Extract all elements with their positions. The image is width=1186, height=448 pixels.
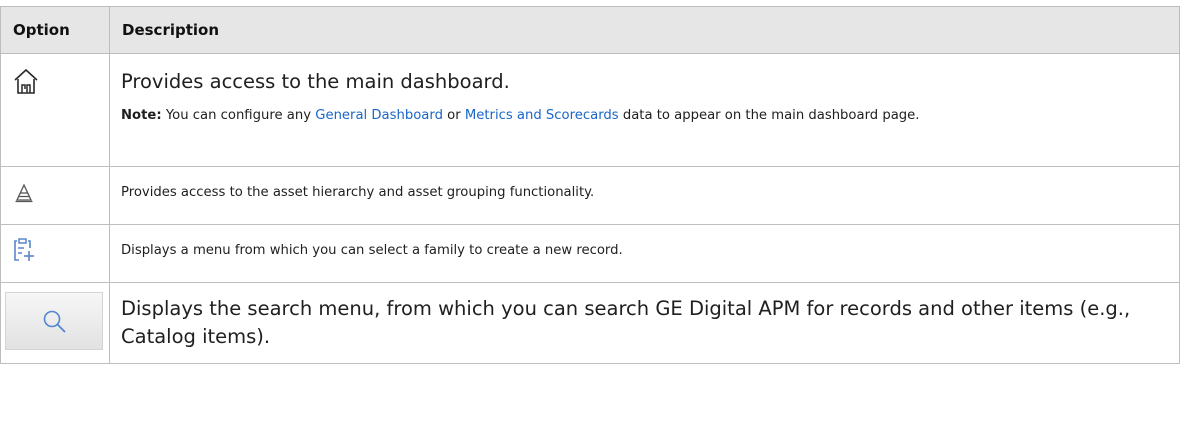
description-cell: Provides access to the main dashboard. N… [109,53,1180,167]
note-label: Note: [121,108,162,123]
description-cell: Provides access to the asset hierarchy a… [109,166,1180,225]
option-cell [0,53,110,167]
table-row: Displays a menu from which you can selec… [0,224,1180,283]
note-text-after: data to appear on the main dashboard pag… [622,108,920,123]
search-button[interactable] [5,292,103,350]
option-cell [0,166,110,225]
table-row: Provides access to the asset hierarchy a… [0,166,1180,225]
note-text: Note: You can configure any General Dash… [121,103,1139,129]
description-cell: Displays a menu from which you can selec… [109,224,1180,283]
description-text: Provides access to the asset hierarchy a… [121,185,595,200]
search-icon [43,310,66,333]
option-cell [0,224,110,283]
description-text: Displays a menu from which you can selec… [121,243,623,258]
table-row: Displays the search menu, from which you… [0,282,1180,364]
note-text-middle: or [447,108,461,123]
home-icon[interactable] [13,68,39,96]
asset-hierarchy-icon[interactable] [14,183,34,203]
general-dashboard-link[interactable]: General Dashboard [315,108,443,123]
option-cell [0,282,110,364]
note-text-before: You can configure any [165,108,312,123]
header-description: Description [109,6,1180,54]
description-text: Provides access to the main dashboard. [121,70,510,93]
table-header-row: Option Description [0,6,1180,54]
table-row: Provides access to the main dashboard. N… [0,53,1180,167]
new-record-icon[interactable] [13,237,37,263]
description-text: Displays the search menu, from which you… [121,297,1131,348]
metrics-and-scorecards-link[interactable]: Metrics and Scorecards [465,108,619,123]
header-option: Option [0,6,110,54]
description-cell: Displays the search menu, from which you… [109,282,1180,364]
options-table: Option Description Provides access to th… [0,6,1180,364]
